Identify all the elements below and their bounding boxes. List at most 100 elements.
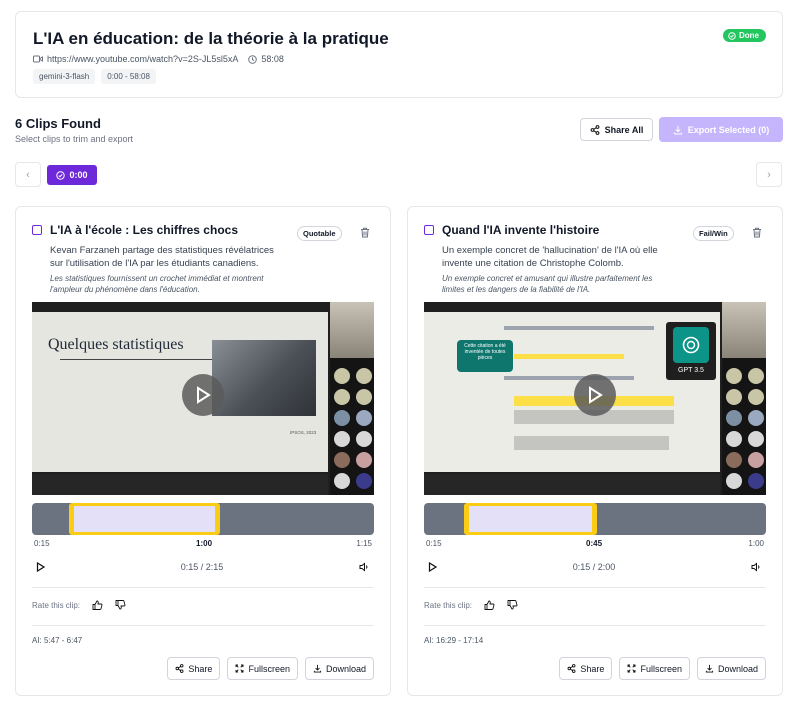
trash-icon[interactable]	[360, 227, 370, 238]
tick-end: 1:15	[356, 539, 372, 548]
video-player[interactable]: Cette citation a été inventée de toutes …	[424, 302, 766, 495]
chat-text-block	[514, 436, 669, 450]
check-circle-icon	[56, 170, 66, 180]
avatar	[748, 452, 764, 468]
playback-time: 0:15 / 2:00	[572, 562, 616, 572]
clip-title: Quand l'IA invente l'histoire	[442, 223, 600, 237]
rate-label: Rate this clip:	[32, 600, 81, 610]
play-icon[interactable]	[36, 562, 45, 572]
ai-timestamp: AI: 16:29 - 17:14	[424, 636, 484, 645]
fullscreen-label: Fullscreen	[248, 663, 290, 674]
avatar	[334, 473, 350, 489]
chat-text-block	[504, 376, 634, 380]
trim-timeline[interactable]	[32, 503, 374, 535]
fullscreen-button[interactable]: Fullscreen	[227, 657, 298, 680]
share-button[interactable]: Share	[167, 657, 221, 680]
video-player[interactable]: Quelques statistiques IPSOS, 2023	[32, 302, 374, 495]
slide-rule	[60, 359, 220, 360]
download-button[interactable]: Download	[304, 657, 374, 680]
play-overlay-button[interactable]	[574, 374, 616, 416]
thumbs-up-icon[interactable]	[92, 600, 103, 610]
play-icon	[589, 386, 603, 404]
participant-avatars	[726, 368, 764, 489]
fullscreen-icon	[236, 664, 244, 673]
trim-selection[interactable]	[464, 503, 597, 535]
clip-actions: Share Fullscreen Download	[167, 657, 374, 680]
tick-end: 1:00	[748, 539, 764, 548]
share-icon	[175, 664, 184, 673]
avatar	[334, 431, 350, 447]
callout-bubble: Cette citation a été inventée de toutes …	[457, 340, 513, 372]
participant-avatars	[334, 368, 372, 489]
range-tag: 0:00 - 58:08	[101, 69, 156, 84]
thumbs-up-icon[interactable]	[484, 600, 495, 610]
avatar	[726, 473, 742, 489]
callout-text: Cette citation a été inventée de toutes …	[464, 343, 506, 361]
clip-description-line: sur l'utilisation de l'IA par les étudia…	[50, 258, 259, 269]
fullscreen-button[interactable]: Fullscreen	[619, 657, 690, 680]
trash-icon[interactable]	[752, 227, 762, 238]
slide-footer: IPSOS, 2023	[290, 430, 317, 435]
thumbs-down-icon[interactable]	[115, 600, 126, 610]
clips-subtitle: Select clips to trim and export	[15, 134, 134, 144]
player-controls: 0:15 / 2:15	[36, 561, 370, 573]
status-badge: Done	[723, 29, 766, 42]
play-icon[interactable]	[428, 562, 437, 572]
thumbs-down-icon[interactable]	[507, 600, 518, 610]
avatar	[334, 368, 350, 384]
next-button[interactable]: ›	[756, 162, 782, 187]
avatar	[334, 410, 350, 426]
rating-row: Rate this clip:	[32, 600, 126, 610]
export-selected-button[interactable]: Export Selected (0)	[659, 117, 783, 142]
trim-timeline[interactable]	[424, 503, 766, 535]
download-label: Download	[717, 663, 758, 674]
clip-description-line: Kevan Farzaneh partage des statistiques …	[50, 245, 274, 256]
avatar	[726, 410, 742, 426]
play-overlay-button[interactable]	[182, 374, 224, 416]
avatar	[748, 410, 764, 426]
rate-label: Rate this clip:	[424, 600, 473, 610]
player-controls: 0:15 / 2:00	[428, 561, 762, 573]
avatar	[748, 368, 764, 384]
avatar	[356, 431, 372, 447]
volume-icon[interactable]	[751, 562, 762, 572]
video-icon	[33, 55, 43, 63]
clip-checkbox[interactable]	[32, 225, 42, 235]
chat-highlight	[514, 354, 624, 359]
share-label: Share	[188, 663, 213, 674]
fullscreen-label: Fullscreen	[640, 663, 682, 674]
duration: 58:08	[248, 54, 284, 64]
clip-checkbox[interactable]	[424, 225, 434, 235]
tick-mid: 0:45	[586, 539, 603, 548]
video-url[interactable]: https://www.youtube.com/watch?v=2S-JL5sl…	[47, 54, 238, 64]
clip-category-badge: Fail/Win	[693, 226, 734, 241]
timestamp-chip[interactable]: 0:00	[47, 165, 97, 185]
divider	[32, 587, 374, 588]
model-tag: gemini-3-flash	[33, 69, 96, 84]
clip-card: L'IA à l'école : Les chiffres chocs Quot…	[15, 206, 391, 696]
trim-selection[interactable]	[68, 503, 221, 535]
rating-row: Rate this clip:	[424, 600, 518, 610]
clip-ai-line: Un exemple concret et amusant qui illust…	[442, 274, 653, 283]
divider	[424, 625, 766, 626]
fullscreen-icon	[628, 664, 636, 673]
share-all-button[interactable]: Share All	[580, 118, 653, 141]
prev-button[interactable]: ‹	[15, 162, 41, 187]
divider	[32, 625, 374, 626]
tick-start: 0:15	[34, 539, 50, 548]
share-button[interactable]: Share	[559, 657, 613, 680]
clip-ai-reason: Un exemple concret et amusant qui illust…	[442, 273, 704, 295]
speaker-thumbnail	[722, 302, 766, 358]
video-bottom-bar	[32, 474, 328, 495]
avatar	[726, 431, 742, 447]
clip-card: Quand l'IA invente l'histoire Fail/Win U…	[407, 206, 783, 696]
playback-time: 0:15 / 2:15	[180, 562, 224, 572]
share-label: Share	[580, 663, 605, 674]
volume-icon[interactable]	[359, 562, 370, 572]
tick-start: 0:15	[426, 539, 442, 548]
download-button[interactable]: Download	[696, 657, 766, 680]
clip-description-line: Un exemple concret de 'hallucination' de…	[442, 245, 658, 256]
avatar	[356, 410, 372, 426]
export-label: Export Selected (0)	[687, 124, 770, 135]
download-label: Download	[325, 663, 366, 674]
